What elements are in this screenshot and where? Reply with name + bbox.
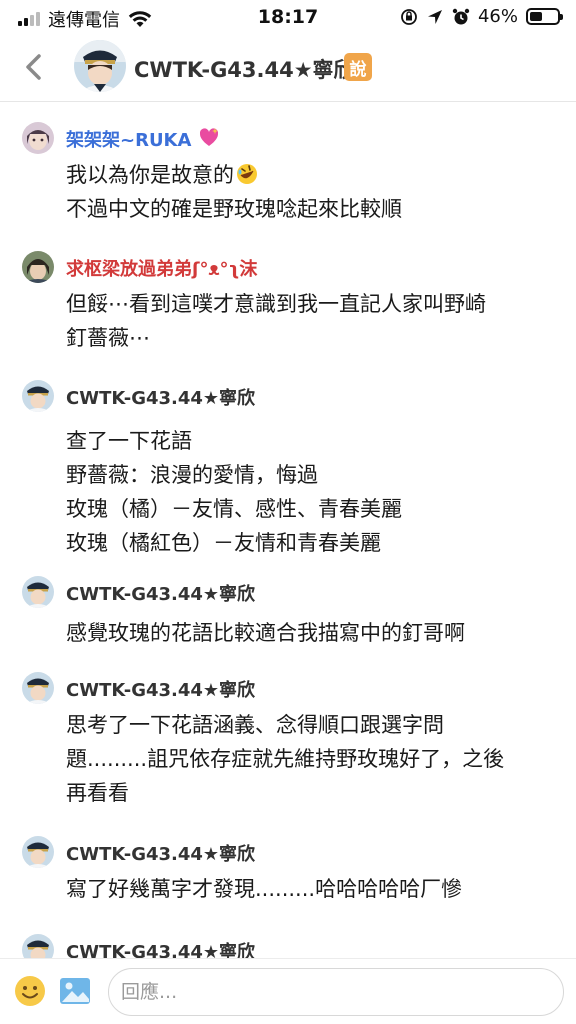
avatar[interactable] xyxy=(22,251,54,283)
avatar[interactable] xyxy=(22,576,54,608)
message-text: 我以為你是故意的 不過中文的確是野玫瑰唸起來比較順 xyxy=(66,163,402,221)
avatar-portrait-icon xyxy=(22,576,54,608)
battery-percent: 46% xyxy=(477,6,518,27)
message-author[interactable]: CWTK-G43.44★寧欣 xyxy=(66,840,255,866)
avatar-portrait-icon xyxy=(22,122,54,154)
reply-composer xyxy=(0,958,576,1024)
rolling-laughing-icon xyxy=(237,164,257,184)
avatar-portrait-icon xyxy=(22,380,54,412)
message-text: 查了一下花語 野薔薇：浪漫的愛情，悔過 玫瑰（橘）－友情、感性、青春美麗 玫瑰（… xyxy=(66,429,402,555)
message-author[interactable]: CWTK-G43.44★寧欣 xyxy=(66,384,255,410)
status-bar: 遠傳電信 18:17 46% xyxy=(0,0,576,34)
battery-icon xyxy=(526,8,563,25)
location-arrow-icon xyxy=(427,9,442,24)
avatar-portrait-icon xyxy=(22,672,54,704)
avatar[interactable] xyxy=(22,836,54,868)
message-author[interactable]: CWTK-G43.44★寧欣 xyxy=(66,676,255,702)
status-badge: 說 xyxy=(344,53,372,81)
avatar-portrait-icon xyxy=(22,934,54,958)
sparkling-heart-icon xyxy=(199,128,218,146)
emoji-button[interactable] xyxy=(14,975,46,1007)
reply-input[interactable] xyxy=(108,968,564,1016)
chat-header: CWTK-G43.44★寧欣 說 xyxy=(0,34,576,102)
avatar[interactable] xyxy=(22,380,54,412)
message-author[interactable]: CWTK-G43.44★寧欣 xyxy=(66,580,255,606)
status-right: 46% xyxy=(400,6,563,27)
message-text: 思考了一下花語涵義、念得順口跟選字問 題.........詛咒依存症就先維持野玫… xyxy=(66,713,505,805)
orientation-lock-icon xyxy=(401,8,417,25)
back-button[interactable] xyxy=(18,50,48,84)
avatar-portrait-icon xyxy=(74,40,126,92)
alarm-icon xyxy=(452,8,470,24)
message-text: 但餒⋯看到這噗才意識到我一直記人家叫野崎 釘薔薇⋯ xyxy=(66,292,486,350)
message-author[interactable]: CWTK-G43.44★寧欣 xyxy=(66,938,255,958)
message-text: 寫了好幾萬字才發現.........哈哈哈哈哈厂慘 xyxy=(66,877,463,901)
message-author[interactable]: 求枢梁放過弟弟ʃ°ᴥ°ʅ沫 xyxy=(66,255,257,281)
message-text: 感覺玫瑰的花語比較適合我描寫中的釘哥啊 xyxy=(66,621,465,645)
page-title: CWTK-G43.44★寧欣 xyxy=(134,58,355,82)
avatar[interactable] xyxy=(22,934,54,958)
avatar[interactable] xyxy=(74,40,126,92)
message-list[interactable]: 架架架~RUKA 我以為你是故意的 不過中文的確是野玫瑰唸起來比較順 求枢梁放過… xyxy=(0,102,576,958)
avatar-portrait-icon xyxy=(22,251,54,283)
avatar[interactable] xyxy=(22,672,54,704)
avatar[interactable] xyxy=(22,122,54,154)
chevron-left-icon xyxy=(26,54,41,80)
avatar-portrait-icon xyxy=(22,836,54,868)
image-button[interactable] xyxy=(58,974,92,1008)
message-author[interactable]: 架架架~RUKA xyxy=(66,126,220,152)
